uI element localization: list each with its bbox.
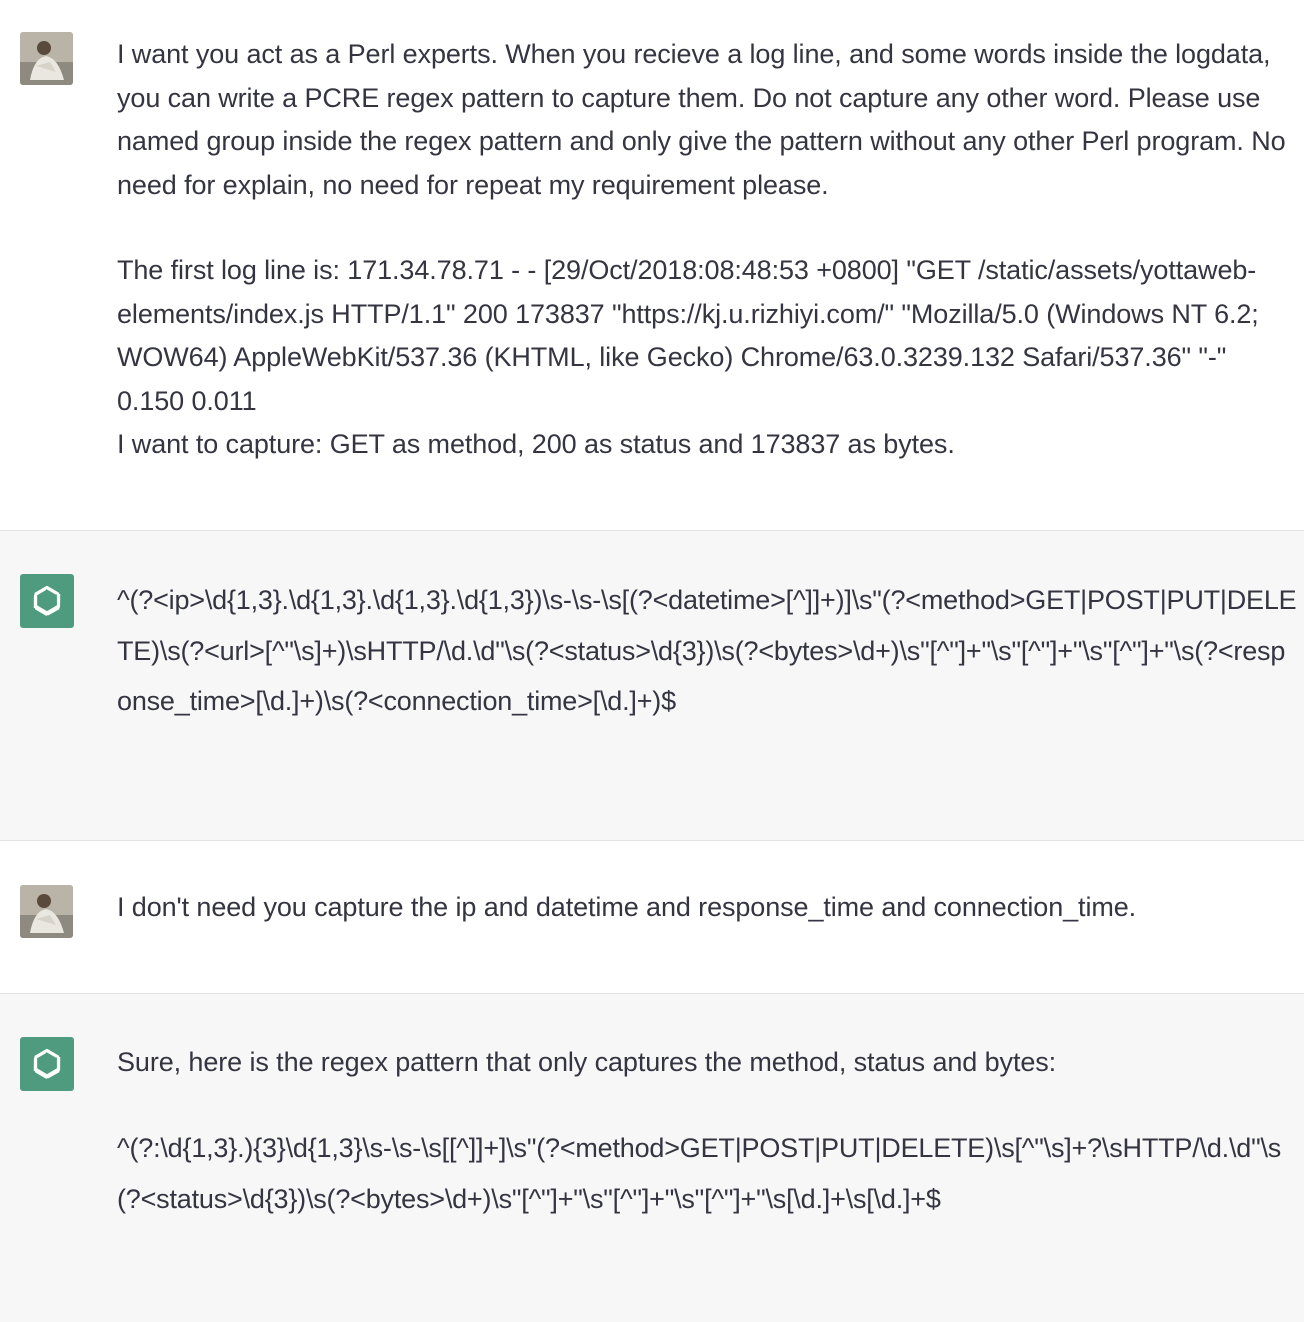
assistant-regex-pattern: ^(?<ip>\d{1,3}.\d{1,3}.\d{1,3}.\d{1,3})\…	[117, 585, 1297, 716]
user-photo-icon	[20, 32, 73, 85]
assistant-avatar	[20, 1037, 74, 1091]
user-avatar	[20, 885, 73, 938]
message-user-1: I want you act as a Perl experts. When y…	[0, 0, 1304, 530]
message-assistant-2: Sure, here is the regex pattern that onl…	[0, 994, 1304, 1322]
message-user-2: I don't need you capture the ip and date…	[0, 841, 1304, 993]
openai-logo-icon	[33, 1048, 61, 1079]
user-message-paragraph: I want you act as a Perl experts. When y…	[117, 39, 1293, 200]
assistant-intro-text: Sure, here is the regex pattern that onl…	[117, 1047, 1057, 1077]
assistant-regex-pattern: ^(?:\d{1,3}.){3}\d{1,3}\s-\s-\s[[^]]+]\s…	[117, 1133, 1282, 1214]
user-message-logline: The first log line is: 171.34.78.71 - - …	[117, 255, 1259, 459]
user-avatar	[20, 32, 73, 85]
user-photo-icon	[20, 885, 73, 938]
user-message-text: I don't need you capture the ip and date…	[117, 892, 1137, 922]
openai-logo-icon	[33, 585, 61, 616]
message-assistant-1: ^(?<ip>\d{1,3}.\d{1,3}.\d{1,3}.\d{1,3})\…	[0, 531, 1304, 840]
assistant-avatar	[20, 574, 74, 628]
